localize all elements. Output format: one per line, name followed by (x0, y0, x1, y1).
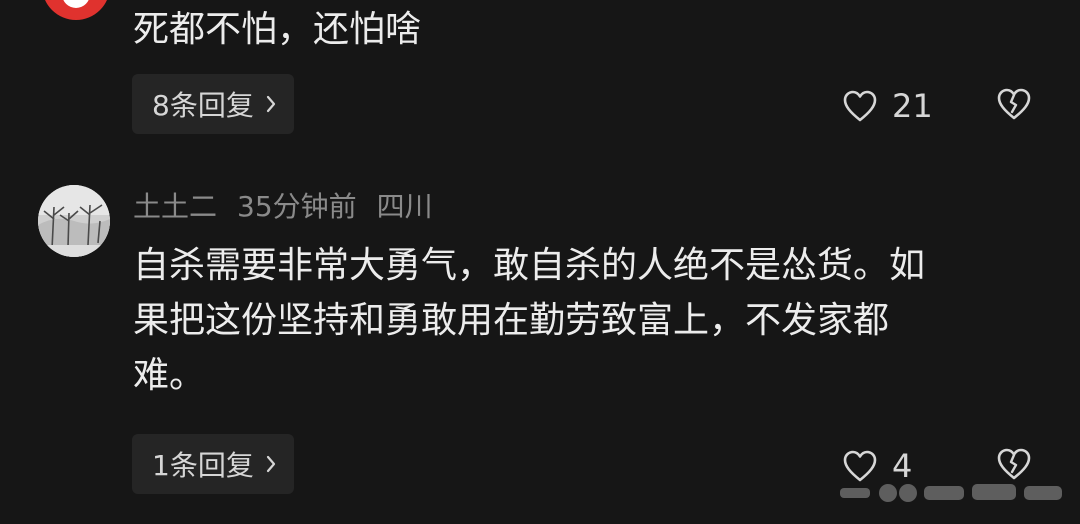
like-count: 21 (892, 87, 933, 125)
comment-line: 难。 (133, 355, 206, 396)
avatar[interactable] (42, 0, 110, 20)
watermark-image (840, 484, 1062, 502)
comment-text: 自杀需要非常大勇气，敢自杀的人绝不是怂货。如 果把这份坚持和勇敢用在勤劳致富上，… (133, 238, 1053, 403)
comment-line: 自杀需要非常大勇气，敢自杀的人绝不是怂货。如 (133, 245, 926, 286)
broken-heart-icon[interactable] (996, 87, 1032, 121)
reply-count-label: 8条回复 (152, 89, 254, 122)
comment-meta: 土土二 35分钟前 四川 (133, 190, 433, 224)
comment-text: 死都不怕，还怕啥 (133, 9, 422, 50)
like-button[interactable]: 21 (842, 87, 933, 125)
heart-outline-icon (843, 90, 877, 122)
avatar-snow-trees-image (38, 185, 110, 257)
chevron-right-icon (266, 455, 275, 473)
view-replies-button[interactable]: 8条回复 (132, 74, 294, 134)
view-replies-button[interactable]: 1条回复 (132, 434, 294, 494)
comment-line: 果把这份坚持和勇敢用在勤劳致富上，不发家都 (133, 300, 890, 341)
avatar[interactable] (38, 185, 110, 257)
location: 四川 (376, 190, 433, 223)
reply-count-label: 1条回复 (152, 449, 254, 482)
chevron-right-icon (266, 95, 275, 113)
username[interactable]: 土土二 (133, 190, 217, 224)
timestamp: 35分钟前 (237, 190, 357, 223)
broken-heart-icon[interactable] (996, 447, 1032, 481)
comment-thread: 死都不怕，还怕啥 8条回复 21 土土二 35分钟前 四川 自杀需要非常大勇气，… (0, 0, 1080, 524)
